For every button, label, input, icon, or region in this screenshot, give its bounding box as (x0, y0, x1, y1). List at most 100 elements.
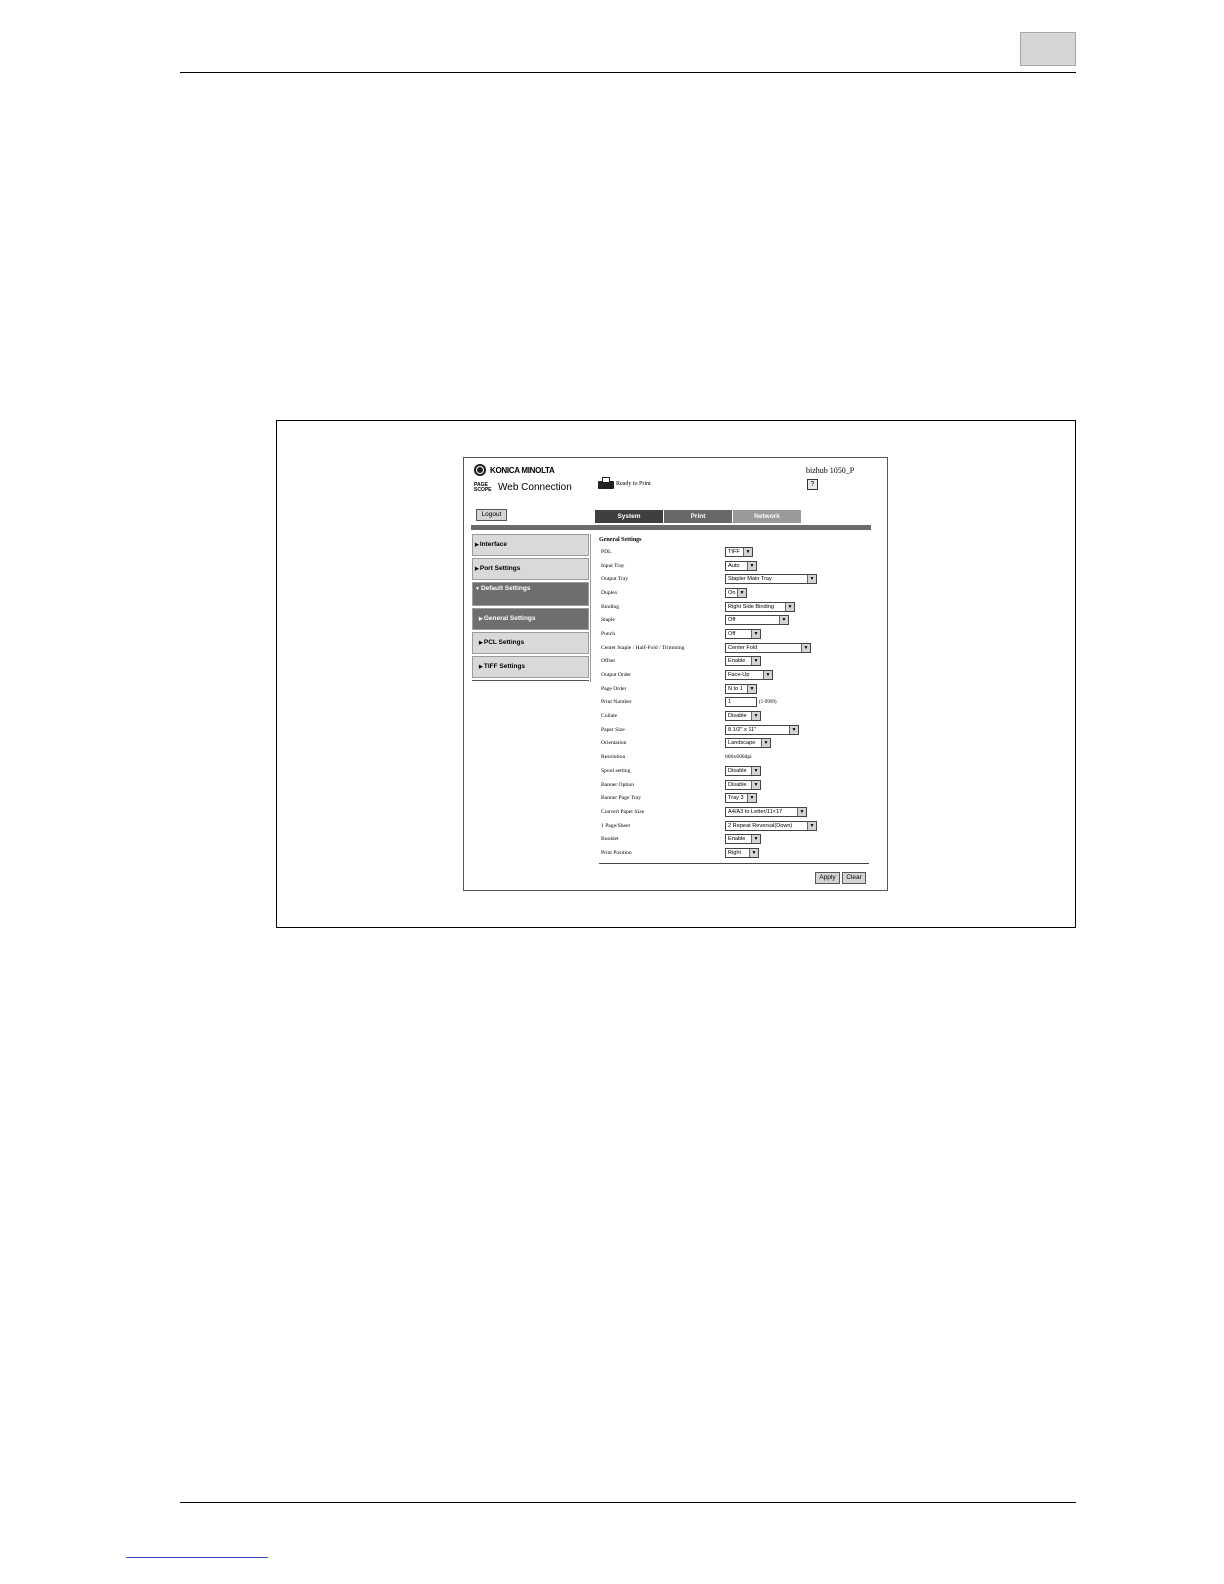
chevron-down-icon: ▼ (779, 616, 788, 625)
clear-button[interactable]: Clear (842, 872, 866, 884)
sidebar-item-interface[interactable]: ▶Interface (472, 534, 589, 556)
field-label: Offset (601, 658, 615, 665)
chevron-down-icon: ▼ (751, 766, 760, 775)
select-value: Right Side Binding (728, 603, 775, 610)
sidebar: ▶Interface ▶Port Settings ▼Default Setti… (472, 534, 589, 681)
form-row: Resolution 600x600dpi (601, 750, 871, 764)
select-dropdown[interactable]: Off ▼ (725, 628, 761, 639)
footer-rule (180, 1502, 1076, 1503)
logout-button[interactable]: Logout (476, 509, 507, 521)
range-hint: (1-9999) (759, 699, 777, 705)
select-value: Landscape (728, 740, 756, 747)
form-row: Orientation Landscape ▼ (601, 737, 871, 751)
select-dropdown[interactable]: Disable ▼ (725, 779, 761, 790)
chevron-down-icon: ▼ (751, 780, 760, 789)
select-dropdown[interactable]: Auto ▼ (725, 560, 757, 571)
help-icon[interactable]: ? (807, 479, 818, 490)
select-value: Enable (728, 658, 746, 665)
chevron-down-icon: ▼ (747, 684, 756, 693)
right-arrow-icon: ▶ (475, 542, 479, 548)
pagescope-icon: PAGE SCOPE (474, 481, 496, 494)
form-row: Offset Enable ▼ (601, 655, 871, 669)
select-value: Disable (728, 781, 747, 788)
apply-button[interactable]: Apply (815, 872, 840, 884)
sidebar-item-label: PCL Settings (483, 639, 525, 646)
right-arrow-icon: ▶ (479, 640, 483, 646)
select-dropdown[interactable]: Disable ▼ (725, 711, 761, 722)
select-value: Center Fold (728, 644, 758, 651)
form-row: Staple Off ▼ (601, 613, 871, 627)
brand-name: KONICA MINOLTA (490, 465, 555, 475)
select-value: Stapler Main Tray (728, 576, 772, 583)
right-arrow-icon: ▶ (475, 566, 479, 572)
sidebar-item-default-settings[interactable]: ▼Default Settings (472, 582, 589, 606)
field-label: Convert Paper Size (601, 808, 645, 815)
form-row: Duplex On ▼ (601, 586, 871, 600)
select-dropdown[interactable]: 8 1/2" x 11" ▼ (725, 724, 799, 735)
right-arrow-icon: ▶ (479, 664, 483, 670)
field-label: Print Number (601, 699, 632, 706)
chevron-down-icon: ▼ (807, 575, 816, 584)
sidebar-item-port-settings[interactable]: ▶Port Settings (472, 558, 589, 580)
select-dropdown[interactable]: Disable ▼ (725, 765, 761, 776)
sidebar-item-label: Default Settings (480, 585, 531, 592)
select-dropdown[interactable]: Enable ▼ (725, 656, 761, 667)
field-label: Duplex (601, 589, 618, 596)
select-dropdown[interactable]: Stapler Main Tray ▼ (725, 574, 817, 585)
chevron-down-icon: ▼ (763, 671, 772, 680)
sidebar-item-tiff-settings[interactable]: ▶TIFF Settings (472, 656, 589, 678)
select-value: Right (728, 849, 742, 856)
chevron-down-icon: ▼ (743, 547, 752, 556)
select-dropdown[interactable]: A4/A3 to Letter/11×17 ▼ (725, 806, 807, 817)
chevron-down-icon: ▼ (807, 821, 816, 830)
chevron-down-icon: ▼ (751, 629, 760, 638)
field-label: 1 Page/Sheet (601, 822, 631, 829)
divider-bar (471, 525, 871, 530)
sidebar-item-pcl-settings[interactable]: ▶PCL Settings (472, 632, 589, 654)
select-dropdown[interactable]: TIFF ▼ (725, 546, 753, 557)
form-row: Output Order Face-Up ▼ (601, 668, 871, 682)
down-arrow-icon: ▼ (475, 586, 480, 592)
select-dropdown[interactable]: Enable ▼ (725, 834, 761, 845)
select-dropdown[interactable]: Tray 3 ▼ (725, 793, 757, 804)
select-dropdown[interactable]: Right Side Binding ▼ (725, 601, 795, 612)
field-label: Center Staple / Half-Fold / Trimming (601, 644, 685, 651)
print-number-input[interactable]: 1 (725, 697, 757, 708)
sidebar-bottom-rule (472, 680, 589, 681)
form-row: Banner Page Tray Tray 3 ▼ (601, 791, 871, 805)
select-dropdown[interactable]: On ▼ (725, 587, 747, 598)
select-dropdown[interactable]: Face-Up ▼ (725, 670, 773, 681)
field-label: Punch (601, 630, 615, 637)
form-row: Page Order N to 1 ▼ (601, 682, 871, 696)
sidebar-item-general-settings[interactable]: ▶General Settings (472, 608, 589, 630)
tab-system[interactable]: System (595, 510, 663, 523)
field-label: PDL (601, 548, 612, 555)
device-name: bizhub 1050_P (806, 466, 855, 475)
form-row: Input Tray Auto ▼ (601, 559, 871, 573)
sidebar-item-label: Port Settings (479, 565, 521, 572)
chevron-down-icon: ▼ (789, 725, 798, 734)
field-label: Resolution (601, 754, 626, 761)
select-value: On (728, 589, 736, 596)
chevron-down-icon: ▼ (797, 807, 806, 816)
tab-network[interactable]: Network (733, 510, 801, 523)
select-value: Disable (728, 713, 747, 720)
field-label: Booklet (601, 836, 619, 843)
right-arrow-icon: ▶ (479, 616, 483, 622)
mode-tabs: System Print Network (595, 510, 802, 523)
field-label: Orientation (601, 740, 627, 747)
select-dropdown[interactable]: Landscape ▼ (725, 738, 771, 749)
select-dropdown[interactable]: Off ▼ (725, 615, 789, 626)
field-label: Output Tray (601, 576, 629, 583)
select-dropdown[interactable]: Right ▼ (725, 847, 759, 858)
select-dropdown[interactable]: N to 1 ▼ (725, 683, 757, 694)
select-value: Tray 3 (728, 795, 744, 802)
web-connection-screen: KONICA MINOLTA PAGE SCOPE Web Connection… (463, 457, 888, 891)
form-row: Output Tray Stapler Main Tray ▼ (601, 572, 871, 586)
select-dropdown[interactable]: Center Fold ▼ (725, 642, 811, 653)
select-dropdown[interactable]: 2 Repeat Reversal(Down) ▼ (725, 820, 817, 831)
field-label: Banner Page Tray (601, 795, 642, 802)
sidebar-item-label: Interface (479, 541, 507, 548)
field-label: Banner Option (601, 781, 635, 788)
tab-print[interactable]: Print (664, 510, 732, 523)
